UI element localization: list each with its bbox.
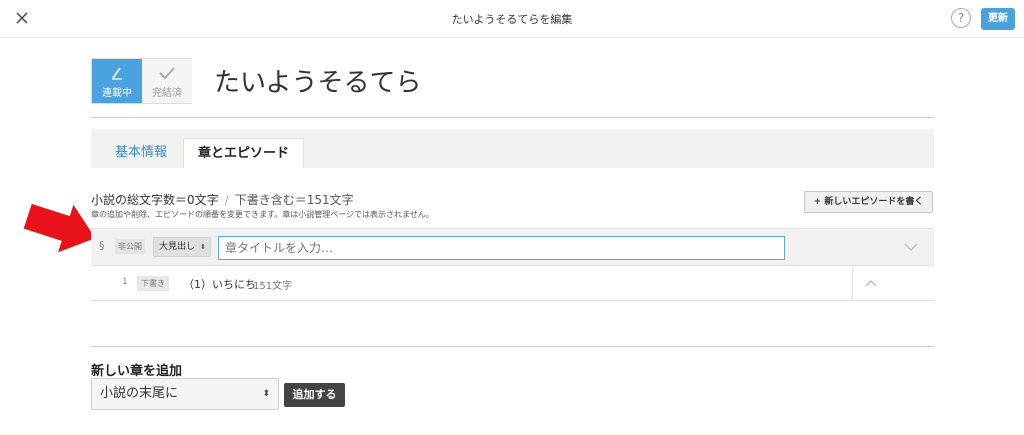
heading-level-select[interactable]: 大見出し ⬍ bbox=[153, 237, 211, 257]
episode-title[interactable]: （1）いちにち bbox=[183, 276, 256, 292]
ongoing-label: 連載中 bbox=[102, 88, 132, 99]
red-arrow-icon bbox=[24, 203, 96, 252]
character-stats: 小説の総文字数＝0文字 / 下書き含む＝151文字 bbox=[91, 191, 354, 208]
completed-button[interactable]: 完結済 bbox=[142, 59, 192, 103]
select-arrows-icon: ⬍ bbox=[262, 389, 270, 399]
checkmark-icon bbox=[159, 67, 175, 80]
completed-label: 完結済 bbox=[152, 88, 182, 99]
divider bbox=[91, 117, 934, 118]
episode-char-count: 151文字 bbox=[253, 281, 293, 292]
chapter-position-value: 小説の末尾に bbox=[100, 386, 179, 401]
chevron-up-icon[interactable] bbox=[863, 277, 879, 289]
novel-title: たいようそるてら bbox=[214, 68, 422, 98]
new-episode-button[interactable]: + 新しいエピソードを書く bbox=[804, 191, 933, 213]
draft-badge: 下書き bbox=[137, 276, 169, 291]
chapter-position-select[interactable]: 小説の末尾に ⬍ bbox=[91, 378, 279, 410]
tab-basic-info[interactable]: 基本情報 bbox=[101, 138, 181, 168]
page-title: たいようそるてらを編集 bbox=[451, 13, 573, 26]
stats-separator: / bbox=[224, 193, 229, 207]
help-icon[interactable]: ? bbox=[951, 8, 971, 28]
tab-chapters-episodes[interactable]: 章とエピソード bbox=[183, 138, 305, 168]
help-text: 章の追加や削除、エピソードの順番を変更できます。章は小説管理ページでは表示されま… bbox=[91, 210, 434, 219]
status-toggle: 連載中 完結済 bbox=[91, 58, 192, 104]
pencil-icon bbox=[112, 67, 122, 80]
divider bbox=[91, 346, 934, 347]
add-chapter-heading: 新しい章を追加 bbox=[91, 364, 183, 379]
section-icon[interactable]: § bbox=[99, 239, 105, 252]
update-button[interactable]: 更新 bbox=[981, 8, 1015, 30]
chapter-title-input[interactable] bbox=[218, 236, 785, 260]
tab-bar: 基本情報 章とエピソード bbox=[91, 129, 934, 168]
chapter-row: § 非公開 大見出し ⬍ bbox=[91, 228, 934, 266]
total-characters: 小説の総文字数＝0文字 bbox=[91, 193, 219, 207]
top-bar: たいようそるてらを編集 ? 更新 bbox=[0, 0, 1024, 38]
episode-number: 1 bbox=[122, 277, 128, 287]
private-badge: 非公開 bbox=[115, 239, 145, 254]
ongoing-button[interactable]: 連載中 bbox=[92, 59, 142, 103]
heading-level-value: 大見出し bbox=[159, 242, 196, 252]
select-arrows-icon: ⬍ bbox=[200, 243, 206, 251]
chevron-down-icon[interactable] bbox=[903, 240, 919, 254]
episode-row: 1 下書き （1）いちにち 151文字 bbox=[91, 266, 934, 301]
add-chapter-button[interactable]: 追加する bbox=[284, 383, 345, 407]
draft-characters: 下書き含む＝151文字 bbox=[234, 193, 354, 207]
divider bbox=[852, 266, 853, 300]
